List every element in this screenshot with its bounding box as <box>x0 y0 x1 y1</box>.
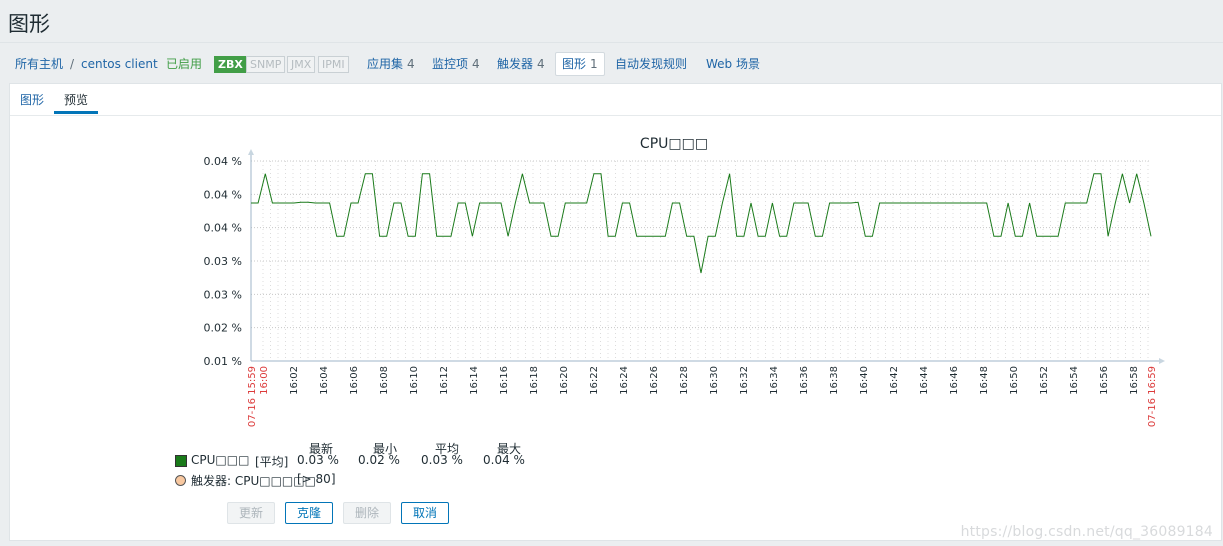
graph-grid <box>251 160 1151 362</box>
nav-items-link[interactable]: 监控项 4 <box>432 53 480 75</box>
legend-item-name: CPU□□□ <box>191 453 250 467</box>
y-tick-label: 0.03 % <box>204 288 242 301</box>
series-lines <box>251 173 1152 274</box>
x-tick-label: 16:22 <box>589 366 600 395</box>
page-title: 图形 <box>8 12 50 36</box>
x-tick-label: 16:20 <box>559 366 570 395</box>
x-tick-label: 16:34 <box>769 366 780 395</box>
x-tick-label: 16:46 <box>949 366 960 395</box>
y-tick-label: 0.01 % <box>204 355 242 368</box>
x-tick-label: 16:50 <box>1009 366 1020 395</box>
nav-graphs-link[interactable]: 图形 1 <box>555 52 605 76</box>
legend-trigger-circle-icon <box>175 475 186 486</box>
delete-button[interactable]: 删除 <box>343 502 391 524</box>
breadcrumb-separator: / <box>70 57 75 71</box>
clone-button[interactable]: 克隆 <box>285 502 333 524</box>
update-button[interactable]: 更新 <box>227 502 275 524</box>
x-axis-labels: 07-16 15:59 16:00 16:02 16:04 16:06 16:08 16:1… <box>247 366 1158 427</box>
breadcrumb-host-link[interactable]: centos client <box>81 53 158 75</box>
badge-jmx: JMX <box>287 56 316 73</box>
host-navigation-bar: 所有主机 / centos client 已启用 ZBX SNMP JMX IP… <box>0 52 1223 76</box>
x-tick-label: 16:02 <box>289 366 300 395</box>
y-tick-label: 0.04 % <box>204 222 242 235</box>
y-tick-label: 0.04 % <box>204 188 242 201</box>
x-tick-label: 16:18 <box>529 366 540 395</box>
host-status-enabled[interactable]: 已启用 <box>166 53 202 75</box>
nav-items-count: 4 <box>472 57 480 71</box>
legend-stat-avg: 0.03 % <box>421 453 463 467</box>
x-tick-label: 16:28 <box>679 366 690 395</box>
x-tick-label: 16:38 <box>829 366 840 395</box>
y-tick-label: 0.04 % <box>204 155 242 168</box>
y-axis-arrow-icon <box>248 149 254 155</box>
legend-item-function: [平均] <box>255 455 289 469</box>
x-tick-label: 16:52 <box>1039 366 1050 395</box>
x-tick-label: 16:36 <box>799 366 810 395</box>
x-tick-label: 16:06 <box>349 366 360 395</box>
x-tick-label: 16:12 <box>439 366 450 395</box>
x-tick-label: 16:24 <box>619 366 630 395</box>
x-tick-label: 16:48 <box>979 366 990 395</box>
graph-panel: 图形 预览 CPU□□□ 0.04 % 0.04 % 0.04 % 0.03 % 0.0… <box>9 83 1222 541</box>
nav-triggers-label: 触发器 <box>497 57 534 71</box>
nav-applications-label: 应用集 <box>367 57 404 71</box>
legend-stat-max: 0.04 % <box>483 453 525 467</box>
cpu-graph: CPU□□□ 0.04 %0.04 %0.04 %0.03 %0.03 %0.0… <box>204 136 1165 427</box>
legend-item-color-swatch <box>175 455 187 467</box>
nav-graphs-label: 图形 <box>562 57 587 71</box>
nav-items-label: 监控项 <box>432 57 469 71</box>
nav-triggers-link[interactable]: 触发器 4 <box>497 53 545 75</box>
nav-applications-link[interactable]: 应用集 4 <box>367 53 415 75</box>
x-tick-label: 07-16 15:59 <box>247 366 258 427</box>
header-divider <box>0 42 1223 43</box>
series-line-cpu <box>251 173 1152 274</box>
graph-axes <box>248 149 1165 364</box>
x-tick-label: 16:26 <box>649 366 660 395</box>
x-tick-label: 16:44 <box>919 366 930 395</box>
legend-stat-min: 0.02 % <box>358 453 400 467</box>
badge-snmp: SNMP <box>246 56 286 73</box>
y-tick-label: 0.02 % <box>204 322 242 335</box>
breadcrumb-all-hosts-link[interactable]: 所有主机 <box>15 53 63 75</box>
x-tick-label: 16:10 <box>409 366 420 395</box>
y-tick-label: 0.03 % <box>204 255 242 268</box>
x-tick-label: 16:14 <box>469 366 480 395</box>
legend-trigger-condition: [> 80] <box>297 472 336 486</box>
legend-stat-last: 0.03 % <box>297 453 339 467</box>
nav-discovery-rules-link[interactable]: 自动发现规则 <box>615 53 687 75</box>
nav-triggers-count: 4 <box>537 57 545 71</box>
y-axis-labels: 0.04 % 0.04 % 0.04 % 0.03 % 0.03 % 0.02 % 0.01… <box>204 155 242 368</box>
x-tick-label: 16:30 <box>709 366 720 395</box>
x-tick-label: 16:32 <box>739 366 750 395</box>
watermark: https://blog.csdn.net/qq_36089184 <box>960 524 1213 540</box>
badge-zbx: ZBX <box>214 56 247 73</box>
x-tick-label: 16:08 <box>379 366 390 395</box>
x-tick-label: 16:54 <box>1069 366 1080 395</box>
x-tick-label: 16:16 <box>499 366 510 395</box>
x-axis-arrow-icon <box>1159 358 1165 364</box>
nav-graphs-count: 1 <box>590 57 598 71</box>
graph-title: CPU□□□ <box>640 136 708 152</box>
x-tick-label: 07-16 16:59 <box>1147 366 1158 427</box>
nav-web-scenarios-link[interactable]: Web 场景 <box>706 53 760 75</box>
x-tick-label: 16:42 <box>889 366 900 395</box>
badge-ipmi: IPMI <box>318 56 349 73</box>
x-tick-label: 16:00 <box>259 366 270 395</box>
cancel-button[interactable]: 取消 <box>401 502 449 524</box>
x-tick-label: 16:40 <box>859 366 870 395</box>
x-tick-label: 16:58 <box>1129 366 1140 395</box>
x-tick-label: 16:56 <box>1099 366 1110 395</box>
x-tick-label: 16:04 <box>319 366 330 395</box>
nav-applications-count: 4 <box>407 57 415 71</box>
